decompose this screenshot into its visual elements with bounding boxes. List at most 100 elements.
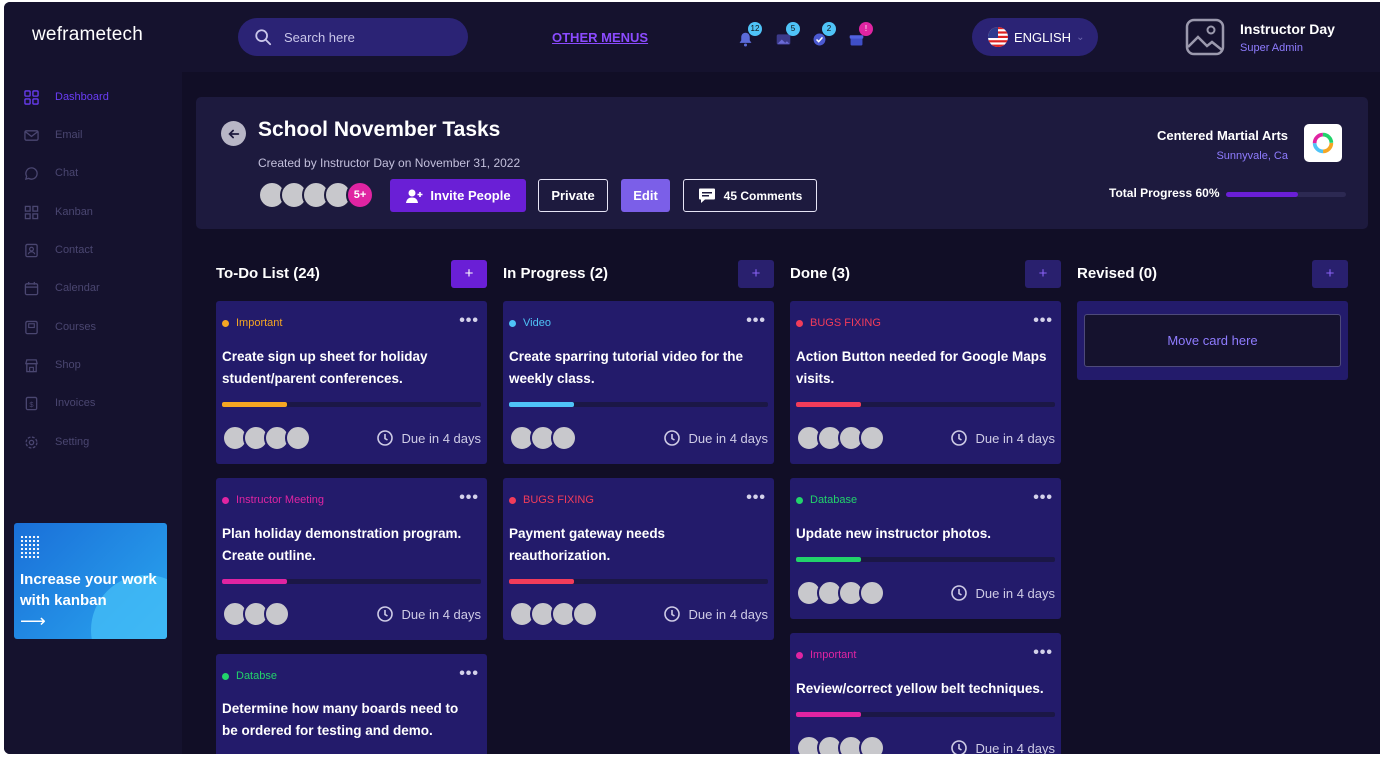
avatar[interactable] (285, 425, 311, 451)
tag-label: BUGS FIXING (810, 317, 881, 329)
language-selector[interactable]: ENGLISH ⌄ (972, 18, 1098, 56)
tag-dot (509, 319, 516, 327)
avatar[interactable] (859, 735, 885, 754)
task-card[interactable]: Important ••• Review/correct yellow belt… (790, 633, 1061, 754)
drop-zone: Move card here (1077, 301, 1348, 380)
sidebar-item-email[interactable]: Email (22, 125, 83, 145)
sidebar-item-courses[interactable]: Courses (22, 317, 96, 337)
task-title: Plan holiday demonstration program. Crea… (222, 526, 462, 563)
task-card[interactable]: Database ••• Update new instructor photo… (790, 478, 1061, 619)
arrow-left-icon (227, 129, 239, 138)
comments-button[interactable]: 45 Comments (683, 179, 817, 212)
avatar[interactable] (572, 601, 598, 627)
private-button[interactable]: Private (538, 179, 608, 212)
kanban-promo-card[interactable]: Increase your work with kanban ⟶ (14, 523, 167, 639)
assignee-avatars[interactable] (222, 601, 312, 627)
assignee-avatars[interactable] (509, 601, 599, 627)
assignee-avatars[interactable] (796, 735, 886, 754)
more-options-icon[interactable]: ••• (459, 665, 479, 683)
task-progress-bar (222, 402, 481, 407)
total-progress-fill (1226, 192, 1298, 197)
sidebar-item-setting[interactable]: Setting (22, 432, 89, 452)
task-card[interactable]: Important ••• Create sign up sheet for h… (216, 301, 487, 464)
move-card-here-target[interactable]: Move card here (1084, 314, 1341, 367)
due-date: Due in 4 days (376, 429, 481, 447)
more-members-badge[interactable]: 5+ (346, 181, 374, 209)
sidebar-item-invoices[interactable]: $ Invoices (22, 393, 95, 413)
arrow-right-icon[interactable]: ⟶ (20, 611, 46, 632)
clock-icon (663, 430, 680, 446)
more-options-icon[interactable]: ••• (746, 489, 766, 507)
avatar[interactable] (859, 425, 885, 451)
more-options-icon[interactable]: ••• (459, 312, 479, 330)
brand-logo[interactable]: weframetech (32, 24, 143, 46)
due-label: Due in 4 days (975, 430, 1056, 446)
task-card[interactable]: BUGS FIXING ••• Payment gateway needs re… (503, 478, 774, 640)
sidebar-item-kanban[interactable]: Kanban (22, 202, 93, 222)
clock-icon (950, 430, 967, 446)
avatar[interactable] (551, 425, 577, 451)
task-title: Review/correct yellow belt techniques. (796, 681, 1044, 696)
tag-dot (222, 496, 229, 504)
tag-dot (796, 319, 803, 327)
due-date: Due in 4 days (376, 605, 481, 623)
tag-label: Databse (236, 670, 277, 682)
back-button[interactable] (221, 121, 246, 146)
tag-label: Database (810, 494, 858, 506)
task-card[interactable]: BUGS FIXING ••• Action Button needed for… (790, 301, 1061, 464)
add-card-button[interactable]: + (1312, 260, 1348, 288)
more-options-icon[interactable]: ••• (1033, 489, 1053, 507)
due-label: Due in 4 days (975, 585, 1056, 601)
sidebar-item-calendar[interactable]: Calendar (22, 278, 100, 298)
clock-icon (663, 606, 680, 622)
check-shield-icon[interactable]: 2 (808, 22, 836, 50)
sidebar-item-dashboard[interactable]: Dashboard (22, 87, 109, 107)
sidebar-item-label: Invoices (55, 397, 96, 409)
chevron-down-icon: ⌄ (1076, 31, 1085, 43)
task-card[interactable]: Video ••• Create sparring tutorial video… (503, 301, 774, 464)
add-card-button[interactable]: + (1025, 260, 1061, 288)
assignee-avatars[interactable] (222, 425, 312, 451)
avatar[interactable] (859, 580, 885, 606)
assignee-avatars[interactable] (796, 580, 886, 606)
invite-people-button[interactable]: Invite People (390, 179, 526, 212)
member-avatars[interactable]: 5+ (258, 181, 378, 211)
gift-icon[interactable]: ! (845, 22, 873, 50)
avatar[interactable] (264, 601, 290, 627)
sidebar-item-label: Shop (55, 359, 81, 371)
other-menus-link[interactable]: OTHER MENUS (552, 30, 648, 45)
sidebar-item-contact[interactable]: Contact (22, 240, 93, 260)
task-tag: Instructor Meeting (222, 494, 324, 506)
invoice-icon: $ (22, 394, 40, 412)
add-card-button[interactable]: + (451, 260, 487, 288)
add-card-button[interactable]: + (738, 260, 774, 288)
task-tag: Important (222, 317, 282, 329)
user-avatar-icon[interactable] (1184, 16, 1226, 58)
column-header: Revised (0) + (1077, 260, 1348, 288)
sidebar-item-shop[interactable]: Shop (22, 355, 81, 375)
more-options-icon[interactable]: ••• (746, 312, 766, 330)
more-options-icon[interactable]: ••• (459, 489, 479, 507)
tag-dot (509, 496, 516, 504)
tag-dot (222, 319, 229, 327)
edit-button[interactable]: Edit (621, 179, 670, 212)
bell-icon[interactable]: 12 (734, 22, 762, 50)
notification-badge: 2 (822, 22, 836, 36)
page-title: School November Tasks (258, 118, 501, 141)
assignee-avatars[interactable] (796, 425, 886, 451)
tag-dot (796, 496, 803, 504)
task-title: Create sparring tutorial video for the w… (509, 349, 744, 386)
sidebar-item-chat[interactable]: Chat (22, 163, 78, 183)
more-options-icon[interactable]: ••• (1033, 312, 1053, 330)
search-input[interactable] (284, 29, 444, 45)
dots-grid-icon (20, 535, 40, 559)
chat-icon (22, 164, 40, 182)
task-card[interactable]: Instructor Meeting ••• Plan holiday demo… (216, 478, 487, 640)
image-icon[interactable]: 5 (772, 22, 800, 50)
assignee-avatars[interactable] (509, 425, 599, 451)
search-bar[interactable] (238, 18, 468, 56)
more-options-icon[interactable]: ••• (1033, 644, 1053, 662)
due-date: Due in 4 days (950, 584, 1056, 602)
task-card[interactable]: Databse ••• Determine how many boards ne… (216, 654, 487, 754)
notification-badge: 5 (786, 22, 800, 36)
